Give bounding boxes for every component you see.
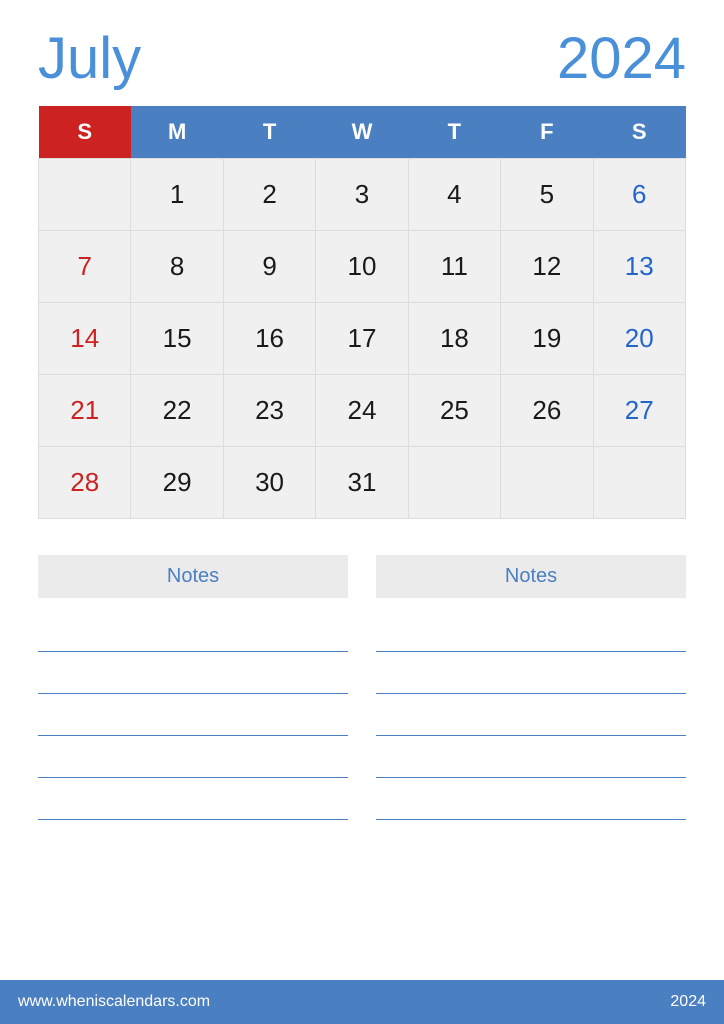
notes-right-label: Notes <box>505 565 557 587</box>
calendar-day-cell: 18 <box>408 302 500 374</box>
notes-line <box>376 698 686 736</box>
calendar-day-cell: 21 <box>39 374 131 446</box>
calendar-day-cell <box>408 446 500 518</box>
header-tuesday: T <box>223 106 315 158</box>
calendar-day-cell: 7 <box>39 230 131 302</box>
header-saturday: S <box>593 106 685 158</box>
calendar-day-cell: 31 <box>316 446 408 518</box>
calendar-day-cell: 6 <box>593 158 685 230</box>
page-container: July 2024 S M T W T F S 1234567891011121… <box>0 0 724 1024</box>
year-title: 2024 <box>557 30 686 88</box>
footer-bar: www.wheniscalendars.com 2024 <box>0 980 724 1024</box>
calendar-day-cell: 25 <box>408 374 500 446</box>
month-title: July <box>38 30 141 88</box>
header-friday: F <box>501 106 593 158</box>
calendar-day-cell: 11 <box>408 230 500 302</box>
notes-right-header-box: Notes <box>376 555 686 598</box>
notes-line <box>38 656 348 694</box>
calendar-day-cell: 12 <box>501 230 593 302</box>
calendar-week-row: 78910111213 <box>39 230 686 302</box>
calendar-day-cell: 17 <box>316 302 408 374</box>
calendar-day-cell: 5 <box>501 158 593 230</box>
calendar-day-cell <box>593 446 685 518</box>
calendar-week-row: 14151617181920 <box>39 302 686 374</box>
footer-year: 2024 <box>670 993 706 1011</box>
notes-right-column: Notes <box>376 555 686 957</box>
calendar-day-cell: 2 <box>223 158 315 230</box>
notes-line <box>38 698 348 736</box>
header-thursday: T <box>408 106 500 158</box>
notes-left-label: Notes <box>167 565 219 587</box>
calendar-day-cell: 3 <box>316 158 408 230</box>
calendar-week-row: 21222324252627 <box>39 374 686 446</box>
calendar-week-row: 28293031 <box>39 446 686 518</box>
notes-left-header-box: Notes <box>38 555 348 598</box>
notes-right-lines <box>376 614 686 824</box>
calendar-day-cell: 23 <box>223 374 315 446</box>
notes-line <box>38 782 348 820</box>
header-monday: M <box>131 106 223 158</box>
header-row: July 2024 <box>38 30 686 88</box>
calendar-day-cell: 13 <box>593 230 685 302</box>
notes-line <box>376 656 686 694</box>
calendar-week-row: 123456 <box>39 158 686 230</box>
calendar-day-cell: 24 <box>316 374 408 446</box>
notes-line <box>376 782 686 820</box>
header-wednesday: W <box>316 106 408 158</box>
calendar-header-row: S M T W T F S <box>39 106 686 158</box>
calendar-day-cell: 4 <box>408 158 500 230</box>
calendar-day-cell: 30 <box>223 446 315 518</box>
calendar-day-cell: 26 <box>501 374 593 446</box>
notes-section: Notes Notes <box>38 555 686 957</box>
calendar-day-cell: 29 <box>131 446 223 518</box>
calendar-day-cell: 9 <box>223 230 315 302</box>
calendar-day-cell: 27 <box>593 374 685 446</box>
header-sunday: S <box>39 106 131 158</box>
footer-url: www.wheniscalendars.com <box>18 993 210 1011</box>
notes-line <box>376 614 686 652</box>
calendar-day-cell <box>39 158 131 230</box>
calendar-day-cell: 28 <box>39 446 131 518</box>
calendar-body: 1234567891011121314151617181920212223242… <box>39 158 686 518</box>
calendar-day-cell: 14 <box>39 302 131 374</box>
calendar-day-cell: 20 <box>593 302 685 374</box>
calendar-day-cell: 8 <box>131 230 223 302</box>
notes-line <box>38 614 348 652</box>
notes-line <box>38 740 348 778</box>
calendar-day-cell <box>501 446 593 518</box>
calendar-day-cell: 1 <box>131 158 223 230</box>
calendar-day-cell: 22 <box>131 374 223 446</box>
notes-left-column: Notes <box>38 555 348 957</box>
calendar-day-cell: 16 <box>223 302 315 374</box>
notes-left-lines <box>38 614 348 824</box>
calendar-day-cell: 10 <box>316 230 408 302</box>
calendar-day-cell: 15 <box>131 302 223 374</box>
notes-line <box>376 740 686 778</box>
calendar-day-cell: 19 <box>501 302 593 374</box>
calendar-table: S M T W T F S 12345678910111213141516171… <box>38 106 686 519</box>
